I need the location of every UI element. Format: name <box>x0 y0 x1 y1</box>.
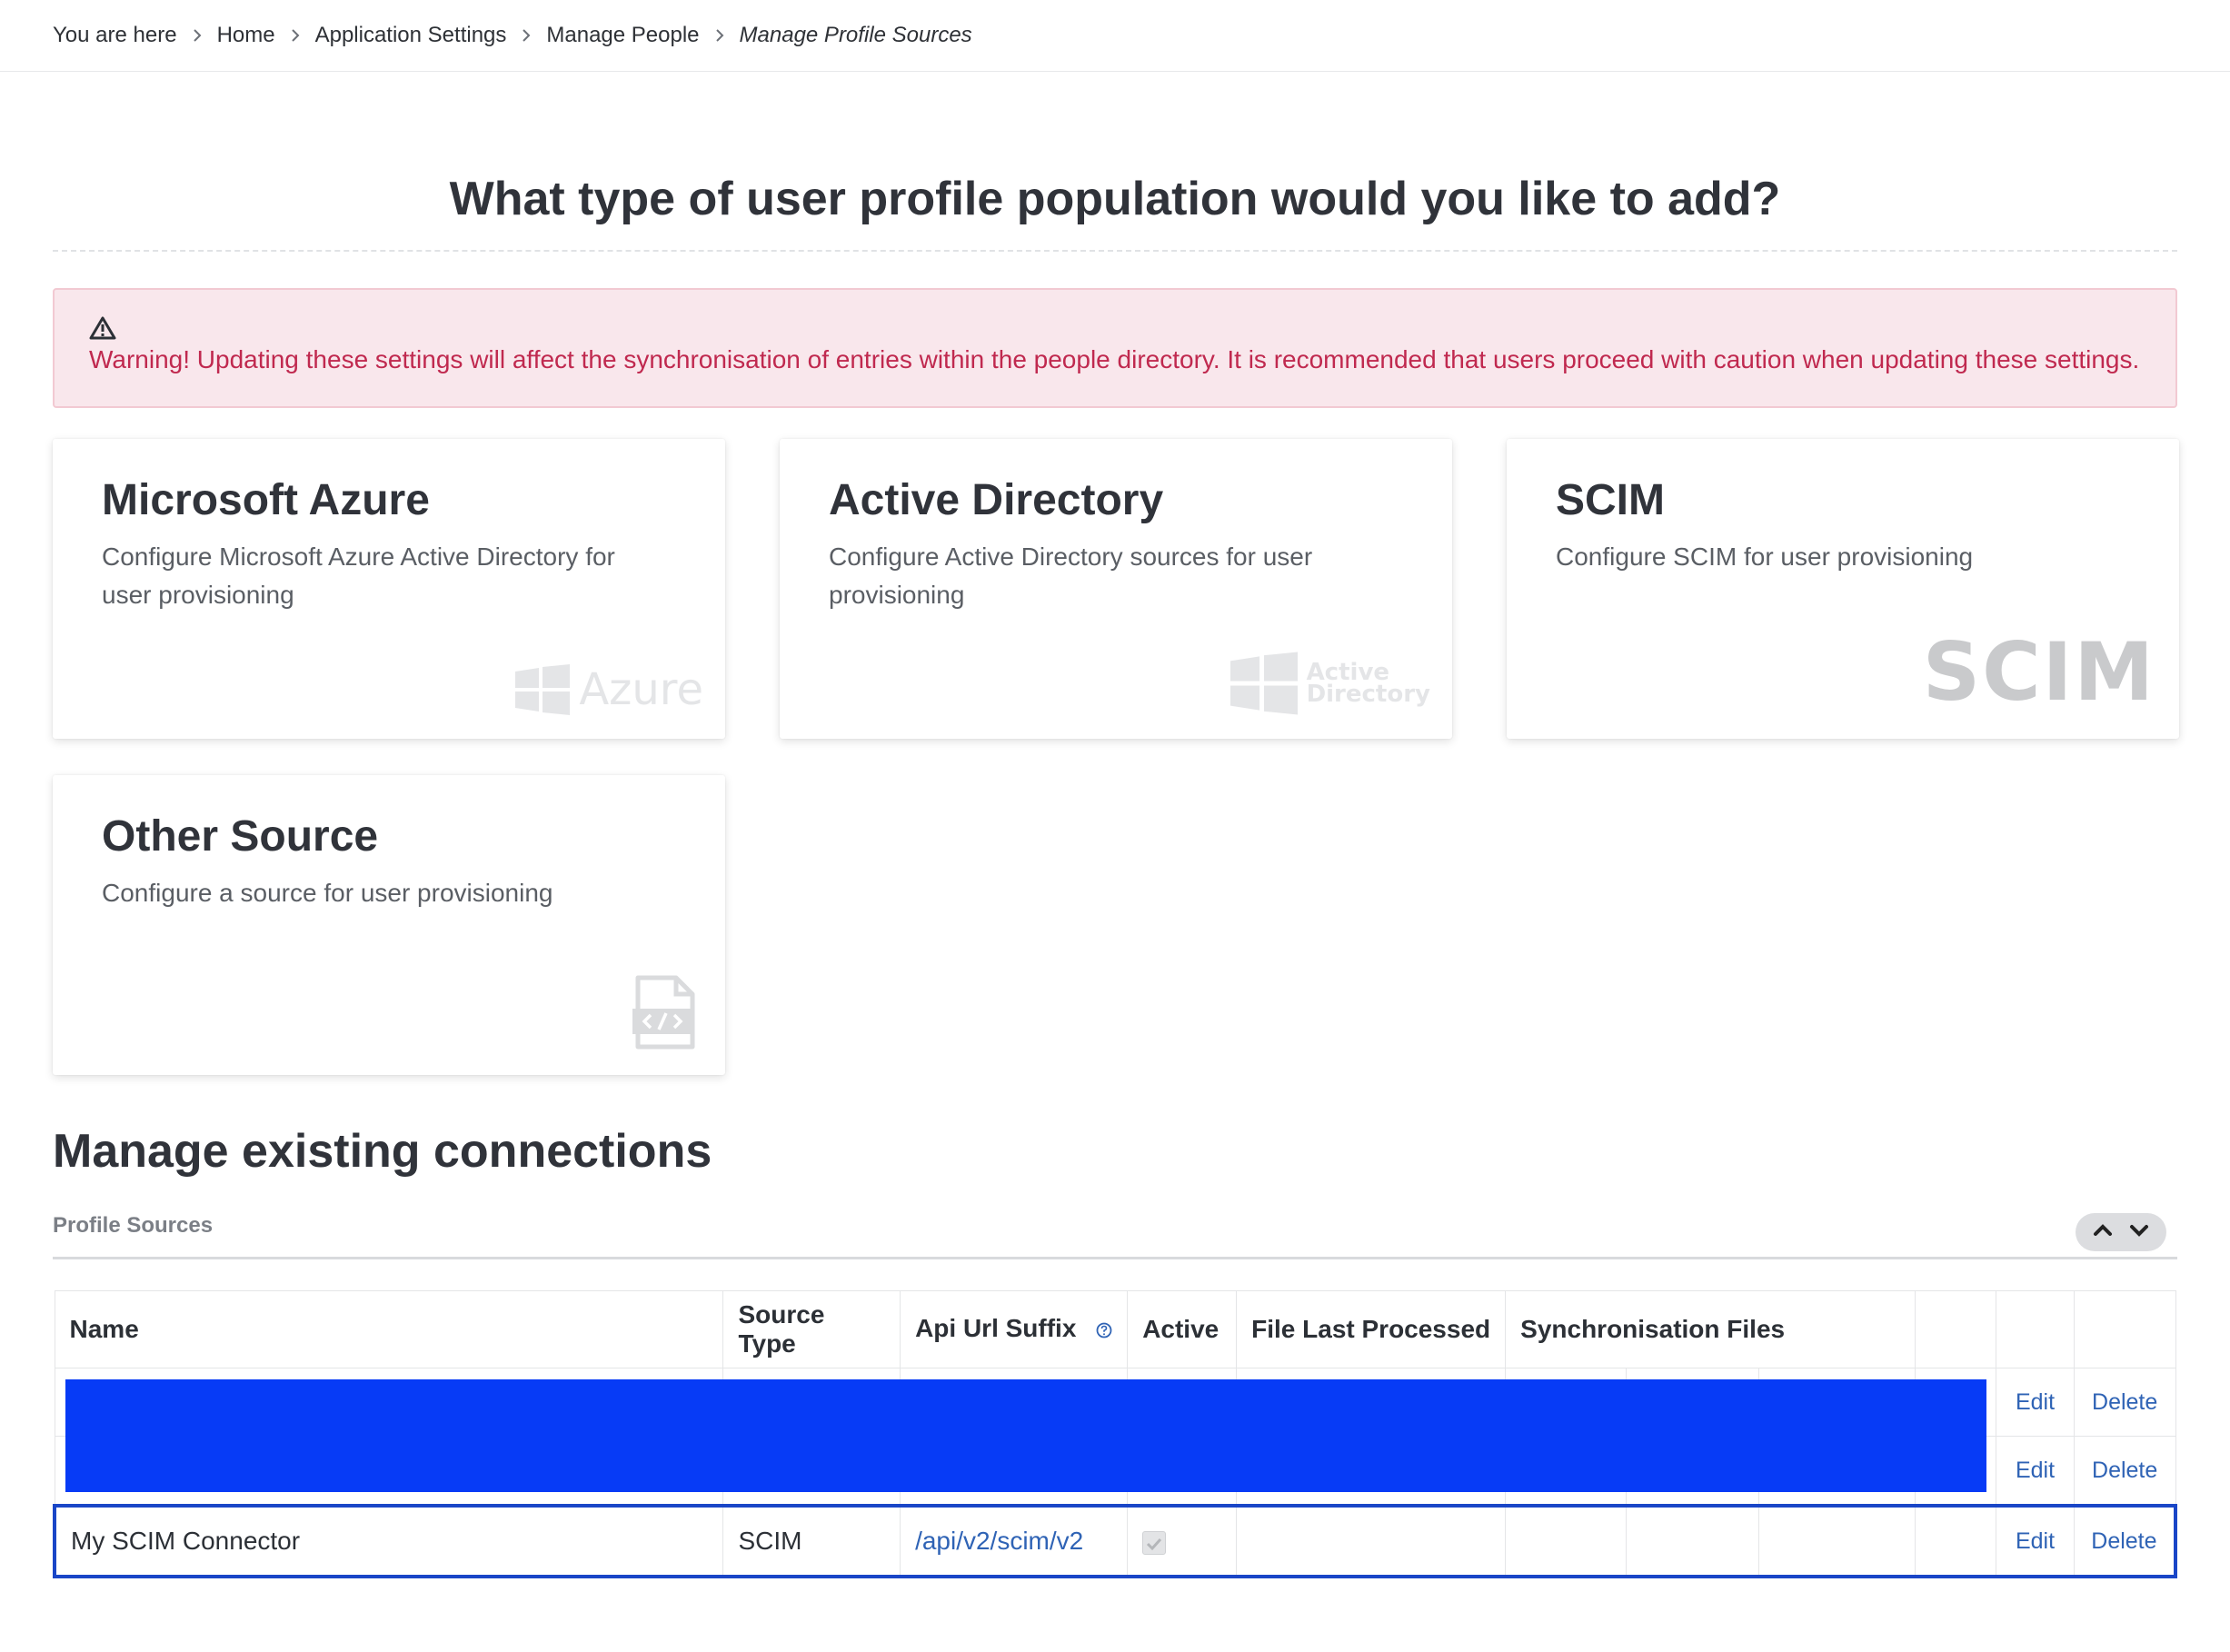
card-active-directory[interactable]: Active Directory Configure Active Direct… <box>780 439 1452 739</box>
breadcrumb-application-settings-link[interactable]: Application Settings <box>315 23 507 48</box>
card-description: Configure Microsoft Azure Active Directo… <box>102 542 615 609</box>
card-other-source[interactable]: Other Source Configure a source for user… <box>53 775 725 1075</box>
column-header-api-url-suffix[interactable]: Api Url Suffix <box>900 1290 1129 1368</box>
card-title: Other Source <box>102 812 379 861</box>
section-label: Profile Sources <box>53 1213 214 1238</box>
scim-logo: SCIM <box>1922 625 2155 719</box>
column-header-active[interactable]: Active <box>1127 1290 1238 1368</box>
breadcrumb-manage-people-link[interactable]: Manage People <box>546 23 699 48</box>
chevron-down-icon[interactable] <box>2129 1224 2149 1241</box>
table-wrapper: Name Source Type Api Url Suffix Active F… <box>53 1290 2177 1578</box>
delete-link[interactable]: Delete <box>2073 1436 2176 1507</box>
manage-connections-title: Manage existing connections <box>53 1125 712 1178</box>
cell-name: My SCIM Connector <box>53 1504 724 1578</box>
delete-link[interactable]: Delete <box>2073 1368 2176 1437</box>
card-title: Microsoft Azure <box>102 476 430 524</box>
warning-text: Warning! Updating these settings will af… <box>89 345 2140 373</box>
page-title: What type of user profile population wou… <box>53 172 2177 252</box>
chevron-up-icon[interactable] <box>2093 1223 2113 1241</box>
column-header-blank <box>1915 1290 1997 1368</box>
breadcrumb: You are here Home Application Settings M… <box>0 0 2230 72</box>
column-header-edit <box>1996 1290 2075 1368</box>
chevron-right-icon <box>521 27 532 44</box>
warning-triangle-icon <box>89 313 116 340</box>
card-scim[interactable]: SCIM Configure SCIM for user provisionin… <box>1507 439 2179 739</box>
table-row-my-scim-connector: My SCIM Connector SCIM /api/v2/scim/v2 E… <box>53 1504 2177 1578</box>
column-header-source-type[interactable]: Source Type <box>722 1290 901 1368</box>
redaction-overlay <box>65 1379 1986 1492</box>
column-header-synchronisation-files[interactable]: Synchronisation Files <box>1505 1290 1916 1368</box>
column-header-delete <box>2073 1290 2176 1368</box>
collapse-expand-toggle[interactable] <box>2076 1213 2166 1251</box>
card-description: Configure a source for user provisioning <box>102 879 553 907</box>
table-header-row: Name Source Type Api Url Suffix Active F… <box>54 1290 2176 1368</box>
card-title: SCIM <box>1556 476 1665 524</box>
breadcrumb-prefix: You are here <box>53 23 177 47</box>
card-description: Configure SCIM for user provisioning <box>1556 542 1974 571</box>
chevron-right-icon <box>192 27 203 44</box>
edit-link[interactable]: Edit <box>1996 1368 2075 1437</box>
card-microsoft-azure[interactable]: Microsoft Azure Configure Microsoft Azur… <box>53 439 725 739</box>
cell-api-url-suffix: /api/v2/scim/v2 <box>900 1504 1129 1578</box>
card-title: Active Directory <box>829 476 1164 524</box>
help-circle-icon[interactable] <box>1096 1316 1112 1345</box>
cell-active <box>1127 1504 1238 1578</box>
code-file-icon <box>631 974 698 1055</box>
column-header-file-last-processed[interactable]: File Last Processed <box>1236 1290 1507 1368</box>
api-url-suffix-link[interactable]: /api/v2/scim/v2 <box>915 1527 1083 1555</box>
active-directory-logo: Active Directory <box>1229 652 1430 715</box>
breadcrumb-current: Manage Profile Sources <box>739 23 972 47</box>
breadcrumb-home-link[interactable]: Home <box>217 23 275 48</box>
azure-logo: Azure <box>515 664 703 715</box>
source-type-cards: Microsoft Azure Configure Microsoft Azur… <box>53 439 2179 1075</box>
page-content: What type of user profile population wou… <box>0 172 2230 1578</box>
chevron-right-icon <box>714 27 725 44</box>
edit-link[interactable]: Edit <box>1996 1504 2075 1578</box>
cell-source-type: SCIM <box>722 1504 901 1578</box>
delete-link[interactable]: Delete <box>2073 1504 2177 1578</box>
warning-alert: Warning! Updating these settings will af… <box>53 288 2177 408</box>
profile-sources-header: Profile Sources <box>53 1213 2177 1259</box>
active-checkbox-checked-disabled <box>1142 1530 1167 1555</box>
chevron-right-icon <box>290 27 301 44</box>
card-description: Configure Active Directory sources for u… <box>829 542 1313 609</box>
column-header-name[interactable]: Name <box>54 1290 724 1368</box>
edit-link[interactable]: Edit <box>1996 1436 2075 1507</box>
